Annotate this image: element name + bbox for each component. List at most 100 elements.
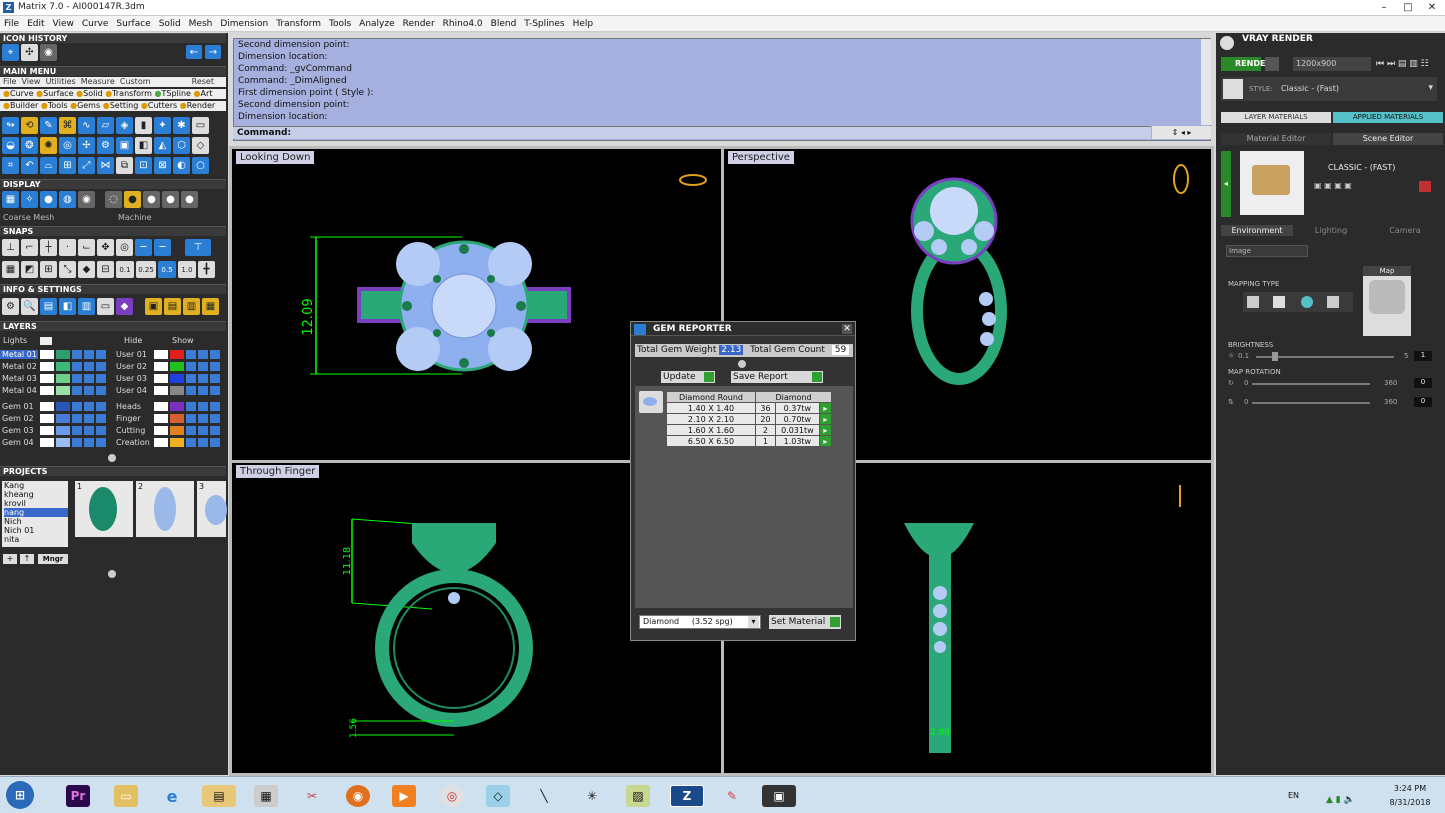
- layer-name[interactable]: Metal 02: [0, 362, 38, 371]
- tool-icon[interactable]: ○: [192, 157, 209, 174]
- cat-gems[interactable]: Gems: [77, 101, 100, 110]
- row-go-button[interactable]: ▸: [818, 424, 833, 436]
- render-icon[interactable]: ●: [143, 191, 160, 208]
- mesh-select[interactable]: Coarse Mesh: [3, 213, 54, 222]
- snap-icon[interactable]: ─: [135, 239, 152, 256]
- project-item[interactable]: Nich 01: [4, 526, 68, 535]
- tab-material-editor[interactable]: Material Editor: [1221, 133, 1331, 145]
- layer-row[interactable]: User 02: [114, 361, 220, 372]
- menu-view[interactable]: View: [49, 16, 78, 32]
- mapping-icon[interactable]: [1273, 296, 1285, 308]
- project-thumbnail[interactable]: 3: [197, 481, 227, 537]
- layer-name[interactable]: Cutting: [114, 426, 152, 435]
- cat-builder[interactable]: Builder: [10, 101, 38, 110]
- grid-icon[interactable]: ⊟: [97, 261, 114, 278]
- tool-icon[interactable]: ◒: [2, 137, 19, 154]
- close-button[interactable]: ✕: [1421, 1, 1443, 14]
- tab-camera[interactable]: Camera: [1369, 225, 1441, 236]
- settings-icon[interactable]: ⚙: [2, 298, 19, 315]
- layer-row[interactable]: Heads: [114, 401, 220, 412]
- layer-row[interactable]: User 04: [114, 385, 220, 396]
- project-item[interactable]: krovil: [4, 499, 68, 508]
- snap-icon[interactable]: ⌙: [78, 239, 95, 256]
- book-icon[interactable]: ▥: [78, 298, 95, 315]
- tool-icon[interactable]: ∿: [78, 117, 95, 134]
- premiere-icon[interactable]: Pr: [66, 785, 90, 807]
- mapping-icon[interactable]: [1247, 296, 1259, 308]
- submenu-utilities[interactable]: Utilities: [46, 77, 76, 86]
- cat-setting[interactable]: Setting: [110, 101, 139, 110]
- snap-icon[interactable]: ─: [154, 239, 171, 256]
- tool-icon[interactable]: ⬡: [173, 137, 190, 154]
- collapse-icon[interactable]: [738, 360, 746, 368]
- zbrush-icon[interactable]: ✳: [580, 785, 604, 807]
- layer-name[interactable]: Metal 01: [0, 350, 38, 359]
- maximize-button[interactable]: □: [1397, 1, 1419, 14]
- render-icon[interactable]: ●: [181, 191, 198, 208]
- tab-environment[interactable]: Environment: [1221, 225, 1293, 236]
- project-item[interactable]: Kang: [4, 481, 68, 490]
- rhino-icon[interactable]: ▣: [762, 785, 796, 807]
- grid-icon[interactable]: ▦: [2, 261, 19, 278]
- tool-icon[interactable]: ✺: [40, 137, 57, 154]
- command-input[interactable]: Command:: [233, 126, 1151, 139]
- layer-row[interactable]: Metal 01: [0, 349, 106, 360]
- row-go-button[interactable]: ▸: [818, 413, 833, 425]
- snipping-icon[interactable]: ✂: [300, 785, 324, 807]
- project-item[interactable]: nita: [4, 535, 68, 544]
- layer-row[interactable]: Metal 02: [0, 361, 106, 372]
- menu-edit[interactable]: Edit: [23, 16, 48, 32]
- render-icon[interactable]: ●: [124, 191, 141, 208]
- chevron-down-icon[interactable]: ▾: [1428, 83, 1433, 93]
- hide-button[interactable]: Hide: [124, 336, 142, 346]
- snap-icon[interactable]: ┼: [40, 239, 57, 256]
- snap-icon[interactable]: ⊥: [2, 239, 19, 256]
- app-icon[interactable]: ◇: [486, 785, 510, 807]
- gem-icon[interactable]: ◆: [116, 298, 133, 315]
- close-icon[interactable]: ✕: [842, 324, 852, 334]
- tool-icon[interactable]: ⟲: [21, 117, 38, 134]
- tool-icon[interactable]: ⌘: [59, 117, 76, 134]
- tool-icon[interactable]: ⧉: [116, 157, 133, 174]
- layer-row[interactable]: Metal 04: [0, 385, 106, 396]
- menu-surface[interactable]: Surface: [112, 16, 154, 32]
- layer-row[interactable]: Gem 01: [0, 401, 106, 412]
- explorer-icon[interactable]: ▤: [202, 785, 236, 807]
- menu-dimension[interactable]: Dimension: [216, 16, 272, 32]
- tool-icon[interactable]: ↬: [2, 117, 19, 134]
- tool-icon[interactable]: ⌓: [40, 157, 57, 174]
- mapping-type-buttons[interactable]: [1243, 292, 1353, 312]
- side-toggle[interactable]: ◂: [1221, 151, 1231, 217]
- snap-icon[interactable]: ✥: [97, 239, 114, 256]
- slider-thumb[interactable]: [1272, 352, 1278, 361]
- snap-icon[interactable]: ⊤: [185, 239, 211, 256]
- cat-art[interactable]: Art: [201, 89, 213, 98]
- submenu-custom[interactable]: Custom: [120, 77, 151, 86]
- shaded-icon[interactable]: ✧: [21, 191, 38, 208]
- chevron-down-icon[interactable]: ▾: [748, 616, 759, 628]
- cat-surface[interactable]: Surface: [43, 89, 73, 98]
- cat-transform[interactable]: Transform: [112, 89, 152, 98]
- snap-icon[interactable]: ╋: [198, 261, 215, 278]
- render-settings-icon[interactable]: [1265, 57, 1279, 71]
- tool-icon[interactable]: ◐: [173, 157, 190, 174]
- minimize-button[interactable]: –: [1373, 1, 1395, 14]
- tool-icon[interactable]: ▭: [192, 117, 209, 134]
- tab-layer-materials[interactable]: LAYER MATERIALS: [1221, 112, 1331, 123]
- pen-icon[interactable]: ╲: [532, 785, 556, 807]
- cat-curve[interactable]: Curve: [10, 89, 34, 98]
- clock-time[interactable]: 3:24 PM: [1388, 784, 1432, 793]
- render-icon[interactable]: ◌: [105, 191, 122, 208]
- wireframe-icon[interactable]: ▦: [2, 191, 19, 208]
- add-project-button[interactable]: +: [3, 554, 17, 564]
- tool-icon[interactable]: ⊠: [154, 157, 171, 174]
- tool-icon[interactable]: ◈: [116, 117, 133, 134]
- tool-icon[interactable]: ✎: [40, 117, 57, 134]
- tool-icon[interactable]: ▥: [183, 298, 200, 315]
- collapse-icon[interactable]: [108, 454, 116, 462]
- cat-tools[interactable]: Tools: [48, 101, 68, 110]
- menu-transform[interactable]: Transform: [272, 16, 325, 32]
- submenu-view[interactable]: View: [21, 77, 40, 86]
- snap-icon[interactable]: ⌐: [21, 239, 38, 256]
- tool-icon[interactable]: ⊡: [135, 157, 152, 174]
